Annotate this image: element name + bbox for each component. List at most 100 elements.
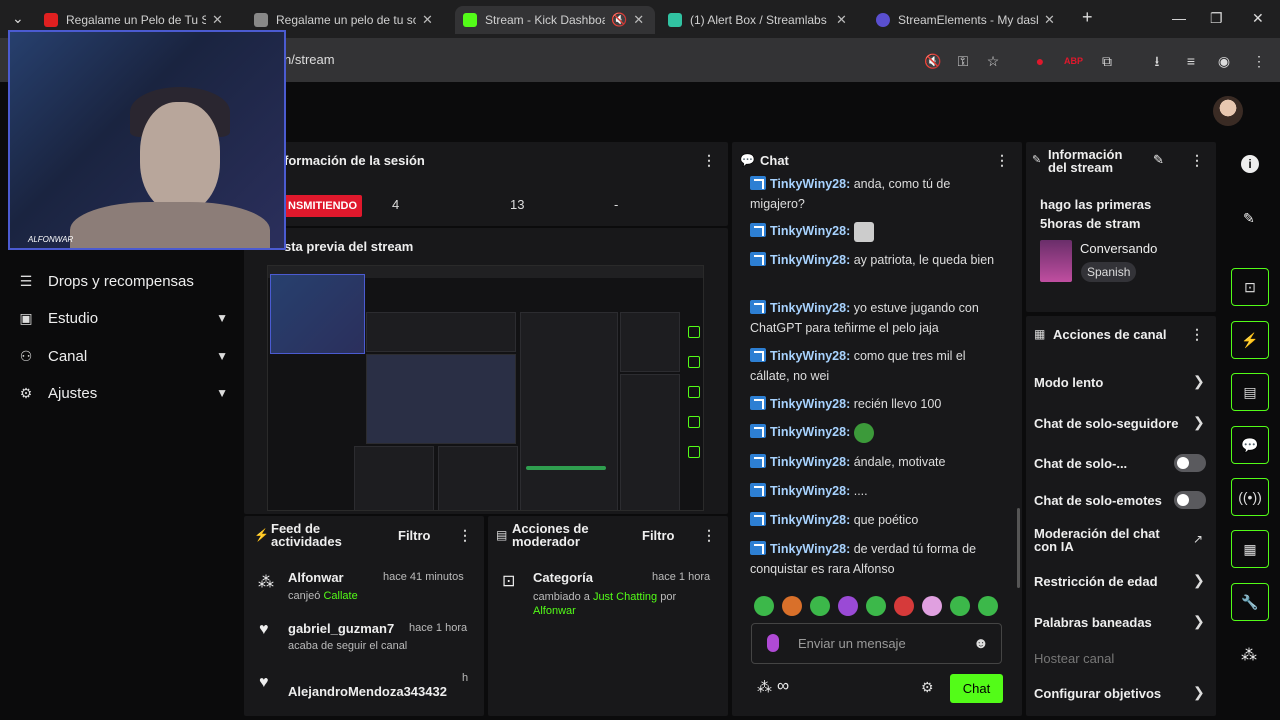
kebab-icon[interactable]: ⋮ — [1190, 326, 1204, 343]
side-button-broadcast[interactable]: ((•)) — [1231, 478, 1269, 516]
extensions-icon[interactable]: ⧉ — [1098, 52, 1116, 70]
emote-icon[interactable] — [978, 596, 998, 616]
bars-icon: ☰ — [19, 273, 33, 289]
browser-menu-icon[interactable]: ⋮ — [1250, 52, 1268, 70]
emote-icon[interactable] — [950, 596, 970, 616]
side-button-quick-action[interactable]: ⚡ — [1231, 321, 1269, 359]
window-close-icon[interactable]: ✕ — [1252, 10, 1264, 27]
emote-icon[interactable] — [866, 596, 886, 616]
moderator-badge-icon — [750, 541, 766, 555]
side-button-screenshot[interactable]: ⊡ — [1231, 268, 1269, 306]
emote-icon[interactable] — [838, 596, 858, 616]
age-restriction[interactable]: Restricción de edad — [1034, 574, 1158, 589]
sidebar-item-ajustes[interactable]: ⚙ Ajustes ▼ — [18, 381, 228, 405]
chat-scrollbar[interactable] — [1017, 508, 1020, 588]
sidebar-item-canal[interactable]: ⚇ Canal ▼ — [18, 344, 228, 368]
subs-only-chat[interactable]: Chat de solo-... — [1034, 456, 1127, 471]
sidebar-item-drops[interactable]: ☰ Drops y recompensas — [18, 269, 228, 293]
side-button-tools[interactable]: 🔧 — [1231, 583, 1269, 621]
new-tab-icon[interactable]: + — [1082, 7, 1093, 28]
chat-settings-icon[interactable]: ⚙ — [921, 679, 934, 696]
kebab-icon[interactable]: ⋮ — [995, 152, 1009, 169]
emoji-icon[interactable]: ☻ — [973, 635, 989, 652]
banned-words[interactable]: Palabras baneadas — [1034, 615, 1152, 630]
key-icon[interactable]: ⚿ — [954, 52, 972, 70]
pencil-icon[interactable]: ✎ — [1243, 210, 1255, 227]
chat-input-placeholder[interactable]: Enviar un mensaje — [798, 636, 906, 651]
emote-icon[interactable] — [754, 596, 774, 616]
mute-icon[interactable]: 🔇 — [611, 12, 627, 28]
minimize-icon[interactable]: — — [1172, 10, 1186, 26]
feed-item-name[interactable]: gabriel_guzman7 — [288, 621, 394, 636]
kebab-icon[interactable]: ⋮ — [702, 152, 716, 169]
tab-3-active[interactable]: Stream - Kick Dashboard 🔇 ✕ — [455, 6, 655, 34]
category-name: Conversando — [1080, 241, 1158, 256]
chevron-right-icon[interactable]: ❯ — [1193, 373, 1205, 390]
slow-mode[interactable]: Modo lento — [1034, 375, 1103, 390]
emote-icon[interactable] — [894, 596, 914, 616]
close-icon[interactable]: ✕ — [1044, 12, 1055, 28]
chevron-right-icon[interactable]: ❯ — [1193, 572, 1205, 589]
preview-webcam — [270, 274, 365, 354]
maximize-icon[interactable]: ❐ — [1210, 10, 1223, 27]
profile-icon[interactable]: ◉ — [1215, 52, 1233, 70]
kick-points-icon[interactable]: ⁂ — [757, 678, 772, 696]
stream-title-text: hago las primeras 5horas de stram — [1040, 197, 1152, 231]
kebab-icon[interactable]: ⋮ — [702, 527, 716, 544]
infinity-icon[interactable]: ∞ — [777, 676, 789, 696]
bookmark-star-icon[interactable]: ☆ — [984, 52, 1002, 70]
mod-filter-button[interactable]: Filtro — [642, 528, 675, 543]
download-icon[interactable]: ⭳ — [1148, 52, 1166, 70]
chat-message: TinkyWiny28: anda, como tú de migajero? — [750, 176, 951, 211]
stat-followers: 13 — [510, 197, 525, 212]
heart-icon: ♥ — [259, 674, 269, 691]
emotes-only-toggle[interactable] — [1174, 491, 1206, 509]
sidebar-item-estudio[interactable]: ▣ Estudio ▼ — [18, 306, 228, 330]
tab-4[interactable]: (1) Alert Box / Streamlabs ✕ — [660, 6, 864, 34]
mod-title: Acciones de moderador — [512, 521, 589, 549]
chat-send-button[interactable]: Chat — [950, 674, 1003, 703]
session-title: formación de la sesión — [284, 153, 425, 168]
close-icon[interactable]: ✕ — [422, 12, 433, 28]
preview-mod — [438, 446, 518, 510]
kick-points-icon[interactable]: ⁂ — [1241, 645, 1257, 665]
mute-site-icon[interactable]: 🔇 — [924, 52, 942, 70]
side-button-layout[interactable]: ▦ — [1231, 530, 1269, 568]
edit-icon[interactable]: ✎ — [1153, 152, 1164, 168]
url-field[interactable]: n/stream — [284, 52, 335, 67]
side-button-notes[interactable]: ▤ — [1231, 373, 1269, 411]
configure-goals[interactable]: Configurar objetivos — [1034, 686, 1161, 701]
mic-icon[interactable] — [767, 634, 779, 652]
chevron-right-icon[interactable]: ❯ — [1193, 613, 1205, 630]
tab-search-icon[interactable]: ⌄ — [12, 10, 24, 27]
info-icon[interactable]: i — [1241, 155, 1259, 173]
feed-item-name[interactable]: Alfonwar — [288, 570, 344, 585]
emote-icon[interactable] — [782, 596, 802, 616]
kebab-icon[interactable]: ⋮ — [1190, 152, 1204, 169]
extension-record-icon[interactable]: ● — [1031, 52, 1049, 70]
feed-filter-button[interactable]: Filtro — [398, 528, 431, 543]
chevron-right-icon[interactable]: ❯ — [1193, 414, 1205, 431]
emote-icon[interactable] — [922, 596, 942, 616]
kebab-icon[interactable]: ⋮ — [458, 527, 472, 544]
media-icon[interactable]: ≡ — [1182, 52, 1200, 70]
webcam-overlay: ALFONWAR — [8, 30, 286, 250]
webcam-body — [70, 202, 270, 248]
close-icon[interactable]: ✕ — [633, 12, 644, 28]
adblock-icon[interactable]: ABP — [1064, 52, 1083, 70]
close-icon[interactable]: ✕ — [212, 12, 223, 28]
close-icon[interactable]: ✕ — [836, 12, 847, 28]
followers-only-chat[interactable]: Chat de solo-seguidore — [1034, 416, 1186, 431]
external-link-icon[interactable]: ↗ — [1193, 532, 1203, 546]
tab-5[interactable]: StreamElements - My dashb ✕ — [868, 6, 1074, 34]
chevron-right-icon[interactable]: ❯ — [1193, 684, 1205, 701]
emote-icon[interactable] — [810, 596, 830, 616]
ai-moderation[interactable]: Moderación del chat con IA — [1034, 527, 1184, 553]
chat-message: TinkyWiny28: como que tres mil el cállat… — [750, 348, 966, 383]
user-avatar[interactable] — [1213, 96, 1243, 126]
subs-only-toggle[interactable] — [1174, 454, 1206, 472]
feed-item-name[interactable]: AlejandroMendoza343432 — [288, 684, 447, 699]
emotes-only-chat[interactable]: Chat de solo-emotes — [1034, 493, 1162, 508]
stream-preview[interactable] — [267, 265, 704, 511]
side-button-chat[interactable]: 💬 — [1231, 426, 1269, 464]
